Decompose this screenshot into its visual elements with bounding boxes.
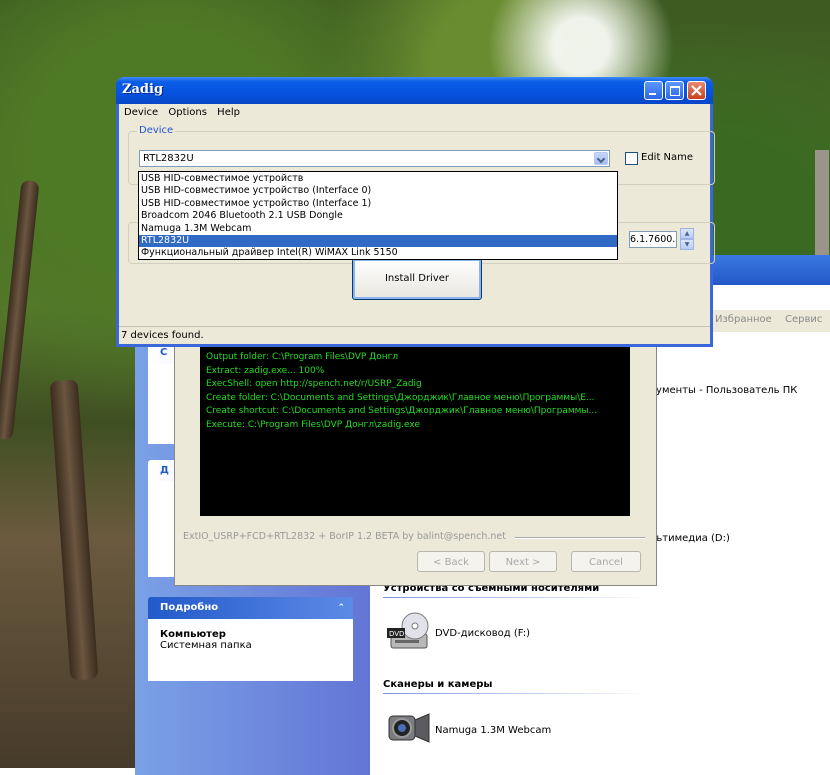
dropdown-item[interactable]: USB HID-совместимое устройств [139,173,617,185]
collapse-chevron-icon[interactable]: ⌃ [337,597,345,619]
close-x-glyph [691,85,702,96]
details-title: Подробно [160,602,219,613]
webcam-icon[interactable] [385,704,433,752]
log-line: Create shortcut: C:\Documents and Settin… [206,406,598,416]
minimize-icon[interactable] [644,81,663,100]
next-button[interactable]: Next > [489,551,557,572]
install-log-console: Output folder: C:\Program Files\DVP Донг… [200,341,630,516]
status-bar: 7 devices found. [119,326,710,344]
device-group-label: Device [137,125,176,136]
edit-name-checkbox[interactable] [625,152,638,165]
menu-device[interactable]: Device [124,107,158,118]
cancel-button[interactable]: Cancel [571,551,641,572]
zadig-menubar: Device Options Help [119,104,710,122]
log-line: Output folder: C:\Program Files\DVP Донг… [206,352,399,362]
driver-version-field[interactable]: 6.1.7600.16385 [629,231,677,248]
dropdown-item[interactable]: USB HID-совместимое устройство (Interfac… [139,185,617,197]
details-name: Компьютер [160,629,226,640]
menu-options[interactable]: Options [168,107,207,118]
install-driver-button[interactable]: Install Driver [352,258,482,300]
branding-divider [515,537,645,538]
spin-down-icon[interactable]: ▼ [680,239,694,250]
documents-item[interactable]: кументы - Пользователь ПК [650,385,797,396]
media-drive-item[interactable]: льтимедиа (D:) [650,533,730,544]
details-type: Системная папка [160,640,252,651]
maximize-icon[interactable] [665,81,684,100]
dvd-drive-label[interactable]: DVD-дисковод (F:) [435,628,530,639]
menu-help[interactable]: Help [217,107,240,118]
group-divider [383,597,653,598]
dropdown-item[interactable]: USB HID-совместимое устройство (Interfac… [139,198,617,210]
zadig-title: Zadig [122,82,164,97]
details-header[interactable]: Подробно ⌃ [148,597,353,619]
zadig-titlebar[interactable]: Zadig [116,77,713,104]
details-body: Компьютер Системная папка [148,619,353,681]
device-select[interactable]: RTL2832U [139,150,610,167]
version-spinner[interactable]: ▲ ▼ [680,228,694,250]
dropdown-item[interactable]: Функциональный драйвер Intel(R) WiMAX Li… [139,247,617,259]
group-divider [383,693,653,694]
status-text: 7 devices found. [121,330,204,341]
edit-name-label: Edit Name [641,152,694,163]
device-dropdown-list: USB HID-совместимое устройств USB HID-со… [138,171,618,260]
device-select-value: RTL2832U [143,153,194,164]
installer-window: Output folder: C:\Program Files\DVP Донг… [174,335,657,586]
log-line: Execute: C:\Program Files\DVP Донгл\zadi… [206,419,420,430]
tree-trunk [0,179,40,441]
dropdown-item[interactable]: Namuga 1.3M Webcam [139,223,617,235]
dropdown-item[interactable]: Broadcom 2046 Bluetooth 2.1 USB Dongle [139,210,617,222]
explorer-menu-right[interactable]: Избранное Сервис [715,314,822,325]
close-icon[interactable] [687,81,706,100]
log-line: Create folder: C:\Documents and Settings… [206,392,595,403]
svg-text:DVD: DVD [389,630,404,638]
details-panel: Подробно ⌃ Компьютер Системная папка [148,597,353,681]
dropdown-item-selected[interactable]: RTL2832U [139,234,617,248]
scanners-group-title: Сканеры и камеры [383,679,493,690]
spin-up-icon[interactable]: ▲ [680,228,694,239]
dvd-drive-icon[interactable]: DVD [385,608,433,656]
back-button[interactable]: < Back [417,551,485,572]
chevron-down-icon[interactable] [594,152,608,165]
tree-trunk [49,379,99,681]
log-line: ExecShell: open http://spench.net/r/USRP… [206,379,422,389]
webcam-label[interactable]: Namuga 1.3M Webcam [435,725,551,736]
log-line: Extract: zadig.exe... 100% [206,365,325,376]
installer-branding: ExtIO_USRP+FCD+RTL2832 + BorIP 1.2 BETA … [183,531,506,542]
